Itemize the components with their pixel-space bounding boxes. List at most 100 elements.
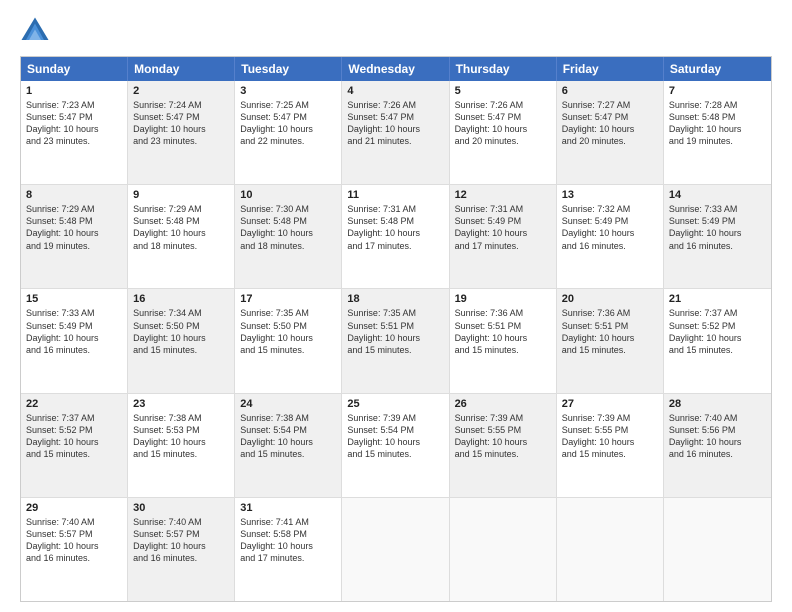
day-number: 9 xyxy=(133,189,229,201)
day-info: Sunrise: 7:39 AM Sunset: 5:54 PM Dayligh… xyxy=(347,412,443,461)
day-info: Sunrise: 7:38 AM Sunset: 5:53 PM Dayligh… xyxy=(133,412,229,461)
day-info: Sunrise: 7:37 AM Sunset: 5:52 PM Dayligh… xyxy=(669,307,766,356)
calendar-cell: 26Sunrise: 7:39 AM Sunset: 5:55 PM Dayli… xyxy=(450,394,557,497)
calendar-cell xyxy=(557,498,664,601)
day-info: Sunrise: 7:41 AM Sunset: 5:58 PM Dayligh… xyxy=(240,516,336,565)
day-info: Sunrise: 7:26 AM Sunset: 5:47 PM Dayligh… xyxy=(347,99,443,148)
calendar-cell: 9 Sunrise: 7:29 AM Sunset: 5:48 PM Daylig… xyxy=(128,185,235,288)
day-info: Sunrise: 7:31 AM Sunset: 5:48 PM Dayligh… xyxy=(347,203,443,252)
calendar-week-4: 22 Sunrise: 7:37 AM Sunset: 5:52 PM Dayli… xyxy=(21,393,771,497)
day-number: 27 xyxy=(562,398,658,410)
day-info: Sunrise: 7:24 AM Sunset: 5:47 PM Dayligh… xyxy=(133,99,229,148)
header-day-thursday: Thursday xyxy=(450,57,557,81)
day-info: Sunrise: 7:23 AM Sunset: 5:47 PM Dayligh… xyxy=(26,99,122,148)
header-day-sunday: Sunday xyxy=(21,57,128,81)
logo xyxy=(20,16,54,46)
day-info: Sunrise: 7:37 AM Sunset: 5:52 PM Dayligh… xyxy=(26,412,122,461)
day-number: 31 xyxy=(240,502,336,514)
calendar-cell: 27 Sunrise: 7:39 AM Sunset: 5:55 PM Dayli… xyxy=(557,394,664,497)
day-info: Sunrise: 7:33 AM Sunset: 5:49 PM Dayligh… xyxy=(26,307,122,356)
day-info: Sunrise: 7:32 AM Sunset: 5:49 PM Dayligh… xyxy=(562,203,658,252)
day-number: 16 xyxy=(133,293,229,305)
day-info: Sunrise: 7:30 AM Sunset: 5:48 PM Dayligh… xyxy=(240,203,336,252)
calendar-cell: 4 Sunrise: 7:26 AM Sunset: 5:47 PM Daylig… xyxy=(342,81,449,184)
day-info: Sunrise: 7:28 AM Sunset: 5:48 PM Dayligh… xyxy=(669,99,766,148)
calendar-cell: 15 Sunrise: 7:33 AM Sunset: 5:49 PM Dayli… xyxy=(21,289,128,392)
day-number: 2 xyxy=(133,85,229,97)
day-number: 19 xyxy=(455,293,551,305)
header-day-monday: Monday xyxy=(128,57,235,81)
header xyxy=(20,16,772,46)
day-number: 13 xyxy=(562,189,658,201)
calendar-cell: 21 Sunrise: 7:37 AM Sunset: 5:52 PM Dayli… xyxy=(664,289,771,392)
day-number: 4 xyxy=(347,85,443,97)
day-info: Sunrise: 7:36 AM Sunset: 5:51 PM Dayligh… xyxy=(562,307,658,356)
day-number: 30 xyxy=(133,502,229,514)
day-number: 20 xyxy=(562,293,658,305)
calendar-cell: 14 Sunrise: 7:33 AM Sunset: 5:49 PM Dayli… xyxy=(664,185,771,288)
day-number: 15 xyxy=(26,293,122,305)
day-info: Sunrise: 7:36 AM Sunset: 5:51 PM Dayligh… xyxy=(455,307,551,356)
calendar-cell: 7 Sunrise: 7:28 AM Sunset: 5:48 PM Daylig… xyxy=(664,81,771,184)
calendar-cell xyxy=(664,498,771,601)
day-info: Sunrise: 7:25 AM Sunset: 5:47 PM Dayligh… xyxy=(240,99,336,148)
day-info: Sunrise: 7:33 AM Sunset: 5:49 PM Dayligh… xyxy=(669,203,766,252)
day-number: 22 xyxy=(26,398,122,410)
calendar-cell: 30 Sunrise: 7:40 AM Sunset: 5:57 PM Dayli… xyxy=(128,498,235,601)
calendar-cell: 12Sunrise: 7:31 AM Sunset: 5:49 PM Dayli… xyxy=(450,185,557,288)
calendar-cell: 22 Sunrise: 7:37 AM Sunset: 5:52 PM Dayli… xyxy=(21,394,128,497)
day-number: 3 xyxy=(240,85,336,97)
calendar-cell xyxy=(450,498,557,601)
header-day-wednesday: Wednesday xyxy=(342,57,449,81)
day-info: Sunrise: 7:40 AM Sunset: 5:56 PM Dayligh… xyxy=(669,412,766,461)
calendar-cell: 5 Sunrise: 7:26 AM Sunset: 5:47 PM Daylig… xyxy=(450,81,557,184)
calendar-cell: 3 Sunrise: 7:25 AM Sunset: 5:47 PM Daylig… xyxy=(235,81,342,184)
day-number: 5 xyxy=(455,85,551,97)
day-number: 29 xyxy=(26,502,122,514)
calendar-cell: 16 Sunrise: 7:34 AM Sunset: 5:50 PM Dayli… xyxy=(128,289,235,392)
calendar-cell: 8Sunrise: 7:29 AM Sunset: 5:48 PM Daylig… xyxy=(21,185,128,288)
header-day-friday: Friday xyxy=(557,57,664,81)
calendar-cell: 18 Sunrise: 7:35 AM Sunset: 5:51 PM Dayli… xyxy=(342,289,449,392)
calendar-cell: 10 Sunrise: 7:30 AM Sunset: 5:48 PM Dayli… xyxy=(235,185,342,288)
day-info: Sunrise: 7:40 AM Sunset: 5:57 PM Dayligh… xyxy=(26,516,122,565)
header-day-tuesday: Tuesday xyxy=(235,57,342,81)
day-info: Sunrise: 7:26 AM Sunset: 5:47 PM Dayligh… xyxy=(455,99,551,148)
logo-icon xyxy=(20,16,50,46)
day-info: Sunrise: 7:39 AM Sunset: 5:55 PM Dayligh… xyxy=(455,412,551,461)
calendar-week-5: 29 Sunrise: 7:40 AM Sunset: 5:57 PM Dayli… xyxy=(21,497,771,601)
calendar-cell: 13 Sunrise: 7:32 AM Sunset: 5:49 PM Dayli… xyxy=(557,185,664,288)
calendar-cell: 25Sunrise: 7:39 AM Sunset: 5:54 PM Dayli… xyxy=(342,394,449,497)
day-number: 18 xyxy=(347,293,443,305)
day-number: 24 xyxy=(240,398,336,410)
calendar: SundayMondayTuesdayWednesdayThursdayFrid… xyxy=(20,56,772,602)
calendar-cell: 6Sunrise: 7:27 AM Sunset: 5:47 PM Daylig… xyxy=(557,81,664,184)
day-info: Sunrise: 7:29 AM Sunset: 5:48 PM Dayligh… xyxy=(133,203,229,252)
calendar-cell: 11 Sunrise: 7:31 AM Sunset: 5:48 PM Dayli… xyxy=(342,185,449,288)
day-number: 6 xyxy=(562,85,658,97)
day-number: 21 xyxy=(669,293,766,305)
day-info: Sunrise: 7:39 AM Sunset: 5:55 PM Dayligh… xyxy=(562,412,658,461)
calendar-week-3: 15 Sunrise: 7:33 AM Sunset: 5:49 PM Dayli… xyxy=(21,288,771,392)
calendar-cell: 20 Sunrise: 7:36 AM Sunset: 5:51 PM Dayli… xyxy=(557,289,664,392)
day-info: Sunrise: 7:31 AM Sunset: 5:49 PM Dayligh… xyxy=(455,203,551,252)
day-number: 11 xyxy=(347,189,443,201)
day-number: 10 xyxy=(240,189,336,201)
calendar-cell: 17Sunrise: 7:35 AM Sunset: 5:50 PM Dayli… xyxy=(235,289,342,392)
day-info: Sunrise: 7:29 AM Sunset: 5:48 PM Dayligh… xyxy=(26,203,122,252)
day-info: Sunrise: 7:35 AM Sunset: 5:51 PM Dayligh… xyxy=(347,307,443,356)
day-info: Sunrise: 7:40 AM Sunset: 5:57 PM Dayligh… xyxy=(133,516,229,565)
calendar-cell: 29 Sunrise: 7:40 AM Sunset: 5:57 PM Dayli… xyxy=(21,498,128,601)
calendar-cell: 1Sunrise: 7:23 AM Sunset: 5:47 PM Daylig… xyxy=(21,81,128,184)
day-info: Sunrise: 7:38 AM Sunset: 5:54 PM Dayligh… xyxy=(240,412,336,461)
day-number: 17 xyxy=(240,293,336,305)
header-day-saturday: Saturday xyxy=(664,57,771,81)
calendar-week-1: 1Sunrise: 7:23 AM Sunset: 5:47 PM Daylig… xyxy=(21,81,771,184)
calendar-cell: 24 Sunrise: 7:38 AM Sunset: 5:54 PM Dayli… xyxy=(235,394,342,497)
day-number: 7 xyxy=(669,85,766,97)
day-number: 14 xyxy=(669,189,766,201)
calendar-cell: 19 Sunrise: 7:36 AM Sunset: 5:51 PM Dayli… xyxy=(450,289,557,392)
calendar-cell: 2 Sunrise: 7:24 AM Sunset: 5:47 PM Daylig… xyxy=(128,81,235,184)
day-info: Sunrise: 7:34 AM Sunset: 5:50 PM Dayligh… xyxy=(133,307,229,356)
calendar-cell: 28Sunrise: 7:40 AM Sunset: 5:56 PM Dayli… xyxy=(664,394,771,497)
